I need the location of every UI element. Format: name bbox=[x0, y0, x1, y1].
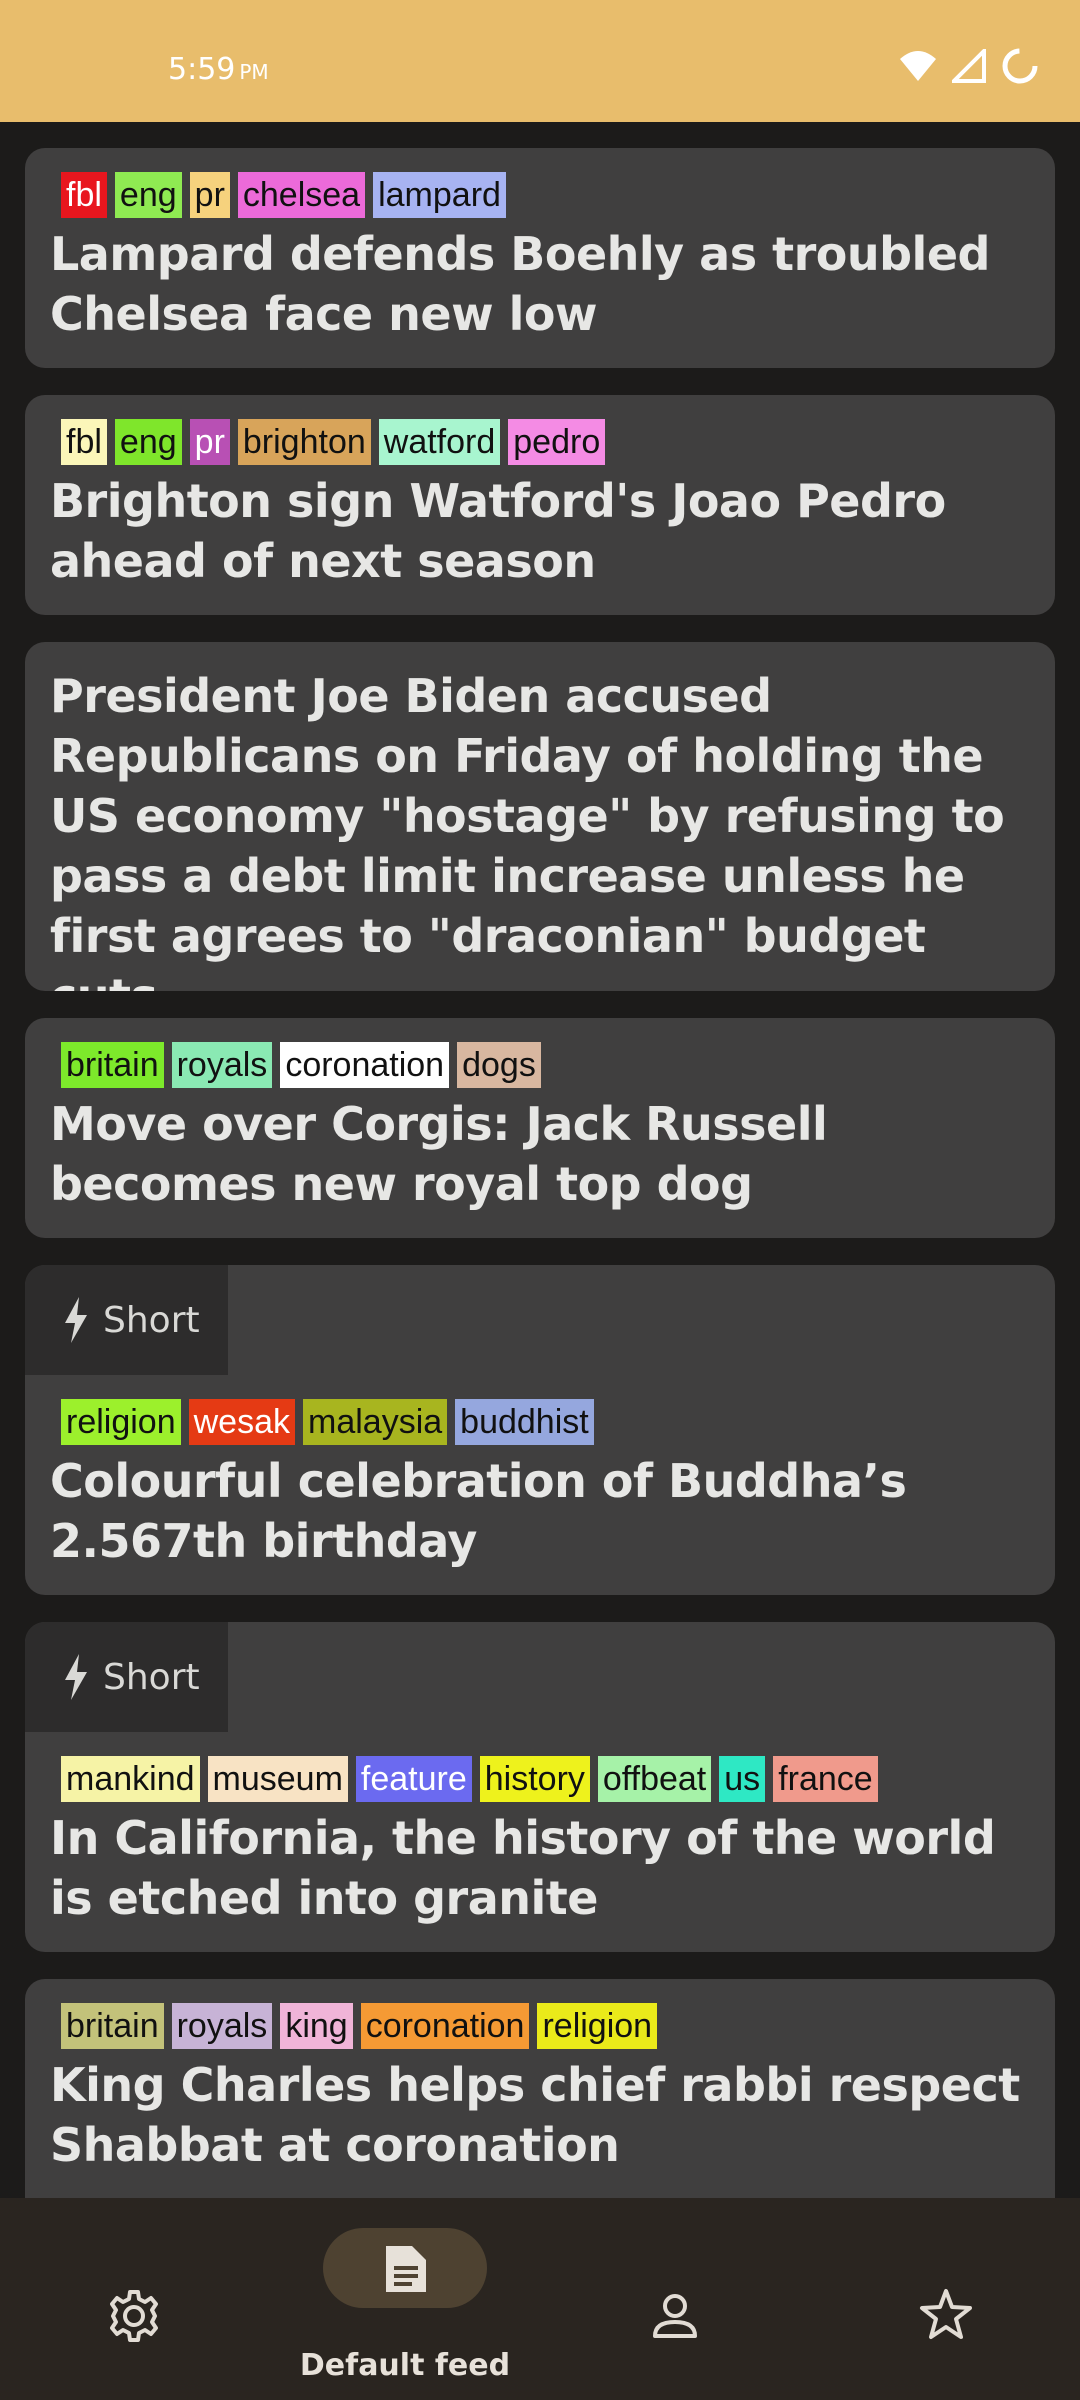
tag-list: religion wesak malaysia buddhist bbox=[61, 1399, 594, 1445]
tag[interactable]: religion bbox=[537, 2003, 658, 2049]
article-card[interactable]: britain royals king coronation religion … bbox=[25, 1979, 1055, 2198]
tag[interactable]: wesak bbox=[188, 1399, 295, 1445]
tag[interactable]: britain bbox=[61, 1042, 164, 1088]
tag[interactable]: history bbox=[479, 1756, 590, 1802]
lightning-icon bbox=[65, 1654, 87, 1700]
article-headline: Colourful celebration of Buddha’s 2.567t… bbox=[50, 1454, 907, 1568]
article-icon bbox=[386, 2246, 426, 2292]
tag[interactable]: lampard bbox=[373, 172, 506, 218]
status-bar: 5:59 PM bbox=[0, 0, 1080, 122]
article-card[interactable]: President Joe Biden accused Republicans … bbox=[25, 642, 1055, 991]
short-label: Short bbox=[103, 1299, 200, 1341]
tag-list: fbl eng pr brighton watford pedro bbox=[61, 419, 606, 465]
status-time-value: 5:59 bbox=[168, 52, 236, 87]
tag[interactable]: brighton bbox=[237, 419, 371, 465]
tag[interactable]: pr bbox=[189, 419, 230, 465]
tag[interactable]: royals bbox=[171, 2003, 273, 2049]
status-time-ampm: PM bbox=[239, 60, 269, 84]
nav-settings[interactable] bbox=[60, 2198, 210, 2400]
tag[interactable]: pr bbox=[189, 172, 230, 218]
tag[interactable]: museum bbox=[207, 1756, 348, 1802]
tag-list: mankind museum feature history offbeat u… bbox=[61, 1756, 878, 1802]
wifi-icon bbox=[900, 51, 936, 81]
nav-profile[interactable] bbox=[600, 2198, 750, 2400]
article-headline: Move over Corgis: Jack Russell becomes n… bbox=[50, 1097, 828, 1211]
short-badge: Short bbox=[25, 1622, 228, 1732]
tag[interactable]: eng bbox=[114, 172, 182, 218]
status-icons bbox=[898, 46, 1040, 86]
article-headline: Brighton sign Watford's Joao Pedro ahead… bbox=[50, 474, 946, 588]
tag[interactable]: fbl bbox=[61, 419, 107, 465]
tag[interactable]: offbeat bbox=[597, 1756, 712, 1802]
tag[interactable]: royals bbox=[171, 1042, 273, 1088]
person-icon bbox=[653, 2294, 697, 2338]
tag[interactable]: feature bbox=[355, 1756, 472, 1802]
article-headline: In California, the history of the world … bbox=[50, 1811, 996, 1925]
signal-icon bbox=[952, 49, 986, 83]
article-card[interactable]: Short religion wesak malaysia buddhist C… bbox=[25, 1265, 1055, 1595]
tag-list: britain royals king coronation religion bbox=[61, 2003, 658, 2049]
lightning-icon bbox=[65, 1297, 87, 1343]
tag[interactable]: watford bbox=[378, 419, 501, 465]
tag[interactable]: britain bbox=[61, 2003, 164, 2049]
short-label: Short bbox=[103, 1656, 200, 1698]
tag-list: britain royals coronation dogs bbox=[61, 1042, 541, 1088]
gear-icon bbox=[110, 2290, 158, 2342]
tag[interactable]: pedro bbox=[508, 419, 606, 465]
nav-label-default-feed: Default feed bbox=[299, 2348, 511, 2383]
tag[interactable]: coronation bbox=[280, 1042, 450, 1088]
short-badge: Short bbox=[25, 1265, 228, 1375]
tag[interactable]: mankind bbox=[61, 1756, 200, 1802]
tag[interactable]: chelsea bbox=[237, 172, 366, 218]
article-card[interactable]: britain royals coronation dogs Move over… bbox=[25, 1018, 1055, 1238]
article-headline: King Charles helps chief rabbi respect S… bbox=[50, 2058, 1020, 2172]
battery-loading-icon bbox=[1002, 48, 1038, 84]
tag[interactable]: religion bbox=[61, 1399, 181, 1445]
bottom-navigation: Default feed bbox=[0, 2198, 1080, 2400]
tag[interactable]: dogs bbox=[457, 1042, 541, 1088]
status-time: 5:59 PM bbox=[168, 52, 269, 87]
news-feed[interactable]: fbl eng pr chelsea lampard Lampard defen… bbox=[0, 122, 1080, 2198]
nav-active-indicator bbox=[323, 2228, 487, 2308]
tag[interactable]: malaysia bbox=[303, 1399, 448, 1445]
tag-list: fbl eng pr chelsea lampard bbox=[61, 172, 506, 218]
tag[interactable]: eng bbox=[114, 419, 182, 465]
tag[interactable]: coronation bbox=[360, 2003, 530, 2049]
tag[interactable]: king bbox=[280, 2003, 353, 2049]
tag[interactable]: us bbox=[719, 1756, 766, 1802]
article-card[interactable]: fbl eng pr chelsea lampard Lampard defen… bbox=[25, 148, 1055, 368]
article-headline: President Joe Biden accused Republicans … bbox=[50, 669, 1005, 991]
tag[interactable]: buddhist bbox=[455, 1399, 594, 1445]
article-headline: Lampard defends Boehly as troubled Chels… bbox=[50, 227, 990, 341]
tag[interactable]: france bbox=[773, 1756, 878, 1802]
article-card[interactable]: fbl eng pr brighton watford pedro Bright… bbox=[25, 395, 1055, 615]
tag[interactable]: fbl bbox=[61, 172, 107, 218]
nav-favorites[interactable] bbox=[870, 2198, 1020, 2400]
star-icon bbox=[920, 2289, 972, 2339]
article-card[interactable]: Short mankind museum feature history off… bbox=[25, 1622, 1055, 1952]
